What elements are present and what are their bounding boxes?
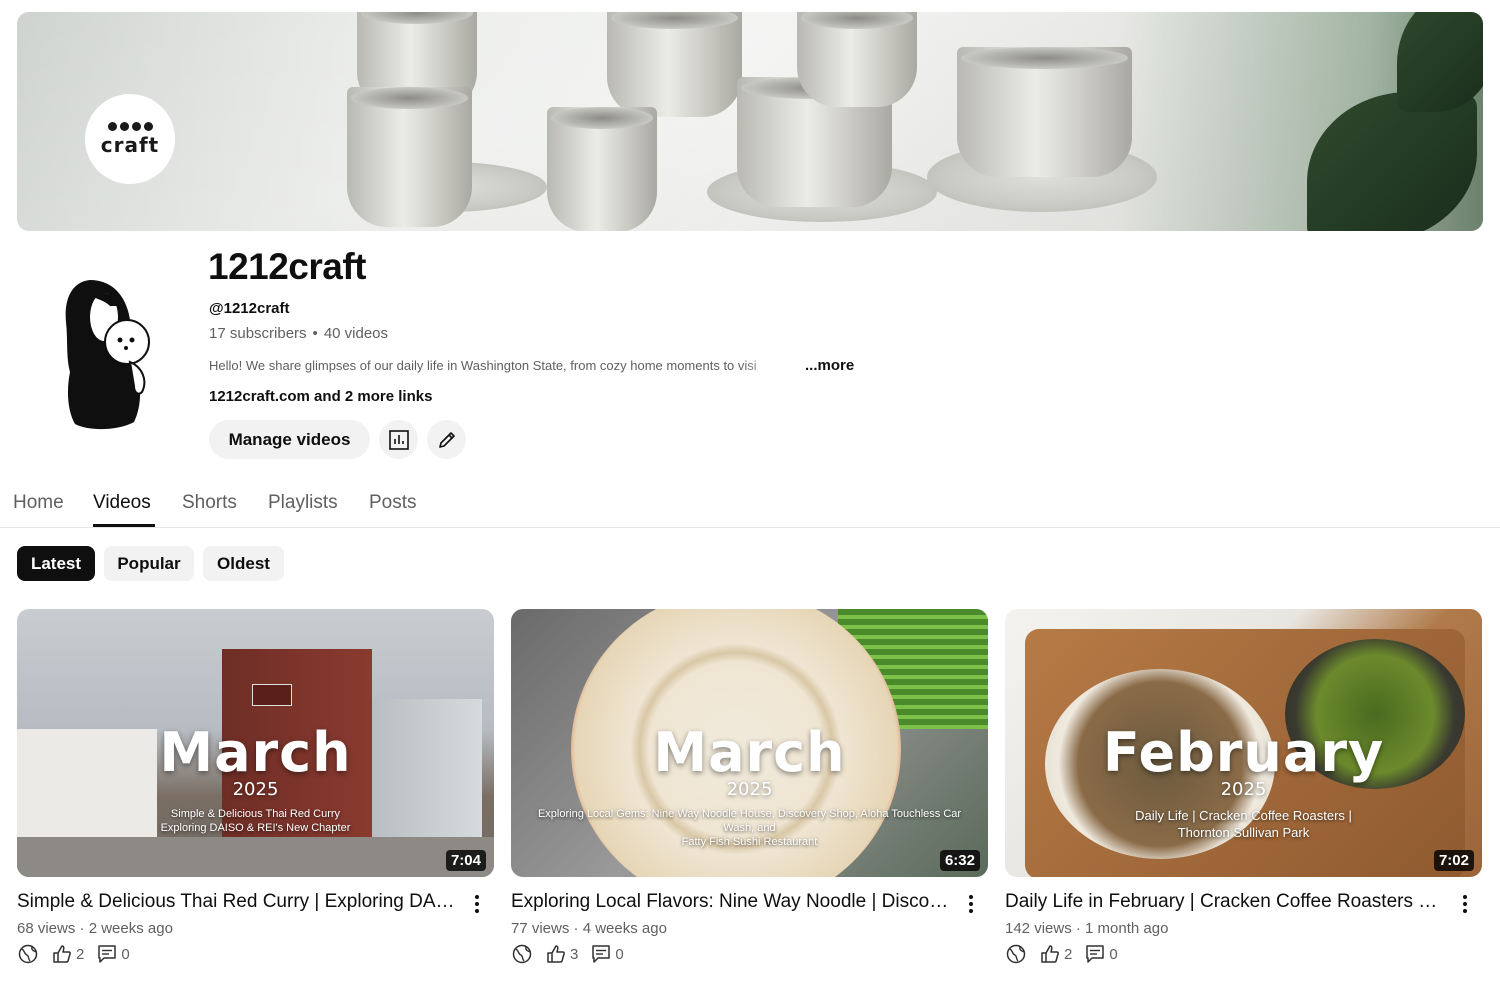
comment-icon	[98, 945, 117, 963]
edit-channel-button[interactable]	[427, 420, 466, 459]
cup	[547, 107, 657, 231]
channel-avatar[interactable]	[30, 262, 180, 442]
tab-videos[interactable]: Videos	[93, 492, 151, 514]
channel-description[interactable]: Hello! We share glimpses of our daily li…	[209, 358, 809, 373]
more-actions-icon[interactable]	[961, 893, 981, 915]
chip-popular[interactable]: Popular	[104, 546, 194, 581]
video-count: 40 videos	[323, 325, 389, 342]
globe-icon	[1006, 944, 1026, 964]
plant-leaf	[1397, 12, 1483, 112]
thumbnail-year: 2025	[726, 779, 773, 800]
thumbnail-month: February	[1102, 721, 1385, 784]
active-tab-indicator	[93, 524, 155, 527]
thumbnail-subtitle: Daily Life | Cracken Coffee Roasters | T…	[1135, 808, 1352, 840]
thumbs-up-icon	[1041, 945, 1059, 963]
pencil-icon	[438, 431, 455, 448]
channel-tabs: Home Videos Shorts Playlists Posts	[0, 478, 1500, 528]
thumbs-up-icon	[53, 945, 71, 963]
channel-name: 1212craft	[208, 246, 367, 287]
thumbnail-subtitle: Exploring Local Gems: Nine Way Noodle Ho…	[537, 808, 962, 848]
video-stats: 3 0	[511, 943, 636, 965]
video-card[interactable]: March 2025 Simple & Delicious Thai Red C…	[17, 609, 494, 964]
tab-shorts[interactable]: Shorts	[182, 492, 237, 514]
chip-oldest[interactable]: Oldest	[203, 546, 284, 581]
manage-videos-button[interactable]: Manage videos	[209, 420, 370, 459]
comment-count: 0	[1109, 945, 1118, 963]
globe-icon	[18, 944, 38, 964]
cup	[347, 87, 472, 227]
analytics-button[interactable]	[379, 420, 418, 459]
description-more-link[interactable]: ...more	[805, 357, 854, 374]
video-duration: 7:02	[1433, 850, 1474, 871]
video-meta: 142 views · 1 month ago	[1005, 920, 1169, 937]
video-card[interactable]: February 2025 Daily Life | Cracken Coffe…	[1005, 609, 1482, 964]
video-title[interactable]: Exploring Local Flavors: Nine Way Noodle…	[511, 891, 951, 913]
channel-banner: craft	[17, 12, 1483, 231]
video-duration: 6:32	[939, 850, 980, 871]
tab-posts[interactable]: Posts	[369, 492, 417, 514]
cup	[957, 47, 1132, 177]
cup	[797, 12, 917, 107]
video-thumbnail[interactable]: March 2025 Simple & Delicious Thai Red C…	[17, 609, 494, 877]
more-actions-icon[interactable]	[1455, 893, 1475, 915]
video-stats: 2 0	[1005, 943, 1130, 965]
video-duration: 7:04	[445, 850, 486, 871]
subscriber-count: 17 subscribers	[209, 325, 307, 342]
channel-links[interactable]: 1212craft.com and 2 more links	[209, 388, 432, 405]
banner-logo-text: craft	[100, 132, 160, 157]
thumbnail-month: March	[159, 721, 352, 784]
tab-home[interactable]: Home	[13, 492, 64, 514]
thumbnail-subtitle: Simple & Delicious Thai Red Curry Explor…	[160, 808, 351, 834]
video-stats: 2 0	[17, 943, 142, 965]
like-count: 2	[76, 945, 85, 963]
video-meta: 68 views · 2 weeks ago	[17, 920, 173, 937]
tab-playlists[interactable]: Playlists	[268, 492, 338, 514]
like-count: 2	[1064, 945, 1073, 963]
video-thumbnail[interactable]: February 2025 Daily Life | Cracken Coffe…	[1005, 609, 1482, 877]
channel-handle: @1212craft	[209, 300, 290, 317]
comment-icon	[592, 945, 611, 963]
more-actions-icon[interactable]	[467, 893, 487, 915]
video-title[interactable]: Daily Life in February | Cracken Coffee …	[1005, 891, 1440, 913]
comment-count: 0	[121, 945, 130, 963]
channel-stats: 17 subscribers • 40 videos	[209, 325, 389, 342]
avatar-illustration	[65, 280, 150, 430]
video-title[interactable]: Simple & Delicious Thai Red Curry | Expl…	[17, 891, 457, 913]
analytics-icon	[388, 429, 409, 450]
globe-icon	[512, 944, 532, 964]
thumbnail-year: 2025	[1220, 779, 1267, 800]
thumbs-up-icon	[547, 945, 565, 963]
banner-logo: craft	[85, 94, 175, 184]
comment-count: 0	[615, 945, 624, 963]
like-count: 3	[570, 945, 579, 963]
chip-latest[interactable]: Latest	[17, 546, 95, 581]
video-thumbnail[interactable]: March 2025 Exploring Local Gems: Nine Wa…	[511, 609, 988, 877]
comment-icon	[1086, 945, 1105, 963]
thumbnail-year: 2025	[232, 779, 279, 800]
cup	[607, 12, 742, 117]
video-card[interactable]: March 2025 Exploring Local Gems: Nine Wa…	[511, 609, 988, 964]
thumbnail-month: March	[653, 721, 846, 784]
video-meta: 77 views · 4 weeks ago	[511, 920, 667, 937]
